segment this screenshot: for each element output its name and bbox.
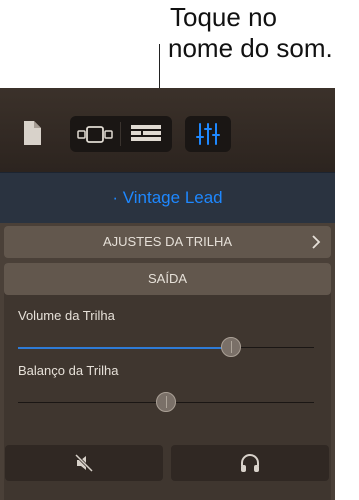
document-icon: [24, 121, 41, 145]
view-toggle-icon: [77, 126, 113, 143]
sound-name-button[interactable]: · Vintage Lead: [0, 172, 335, 223]
mute-icon: [74, 453, 94, 473]
tracks-list-icon: [131, 125, 161, 141]
track-controls-button[interactable]: [185, 116, 231, 152]
headphones-icon: [241, 454, 259, 472]
toolbar: [0, 88, 335, 172]
output-section: SAÍDA Volume da Trilha Balanço da Trilha: [4, 263, 331, 500]
view-toggle-button[interactable]: [70, 116, 120, 152]
solo-button[interactable]: [171, 445, 329, 481]
chevron-right-icon: [312, 235, 321, 249]
volume-slider[interactable]: [18, 337, 314, 357]
track-settings-header[interactable]: AJUSTES DA TRILHA: [4, 226, 331, 258]
pan-label: Balanço da Trilha: [18, 363, 119, 378]
tracks-list-button[interactable]: [121, 116, 172, 152]
mixer-icon: [196, 123, 220, 145]
callout: Toque no nome do som.: [168, 2, 358, 64]
mute-button[interactable]: [5, 445, 163, 481]
view-button-group: [70, 116, 172, 152]
track-settings-label: AJUSTES DA TRILHA: [102, 234, 233, 249]
pan-slider[interactable]: [18, 392, 314, 412]
callout-line-1: Toque no: [170, 2, 277, 32]
pan-slider-knob[interactable]: [156, 392, 176, 412]
document-button[interactable]: [22, 120, 46, 150]
volume-label: Volume da Trilha: [18, 308, 115, 323]
volume-slider-fill: [18, 347, 232, 349]
callout-line-2: nome do som.: [168, 33, 333, 63]
volume-slider-knob[interactable]: [221, 337, 242, 357]
output-header: SAÍDA: [4, 263, 331, 295]
track-controls-panel: · Vintage Lead AJUSTES DA TRILHA SAÍDA V…: [0, 88, 335, 500]
